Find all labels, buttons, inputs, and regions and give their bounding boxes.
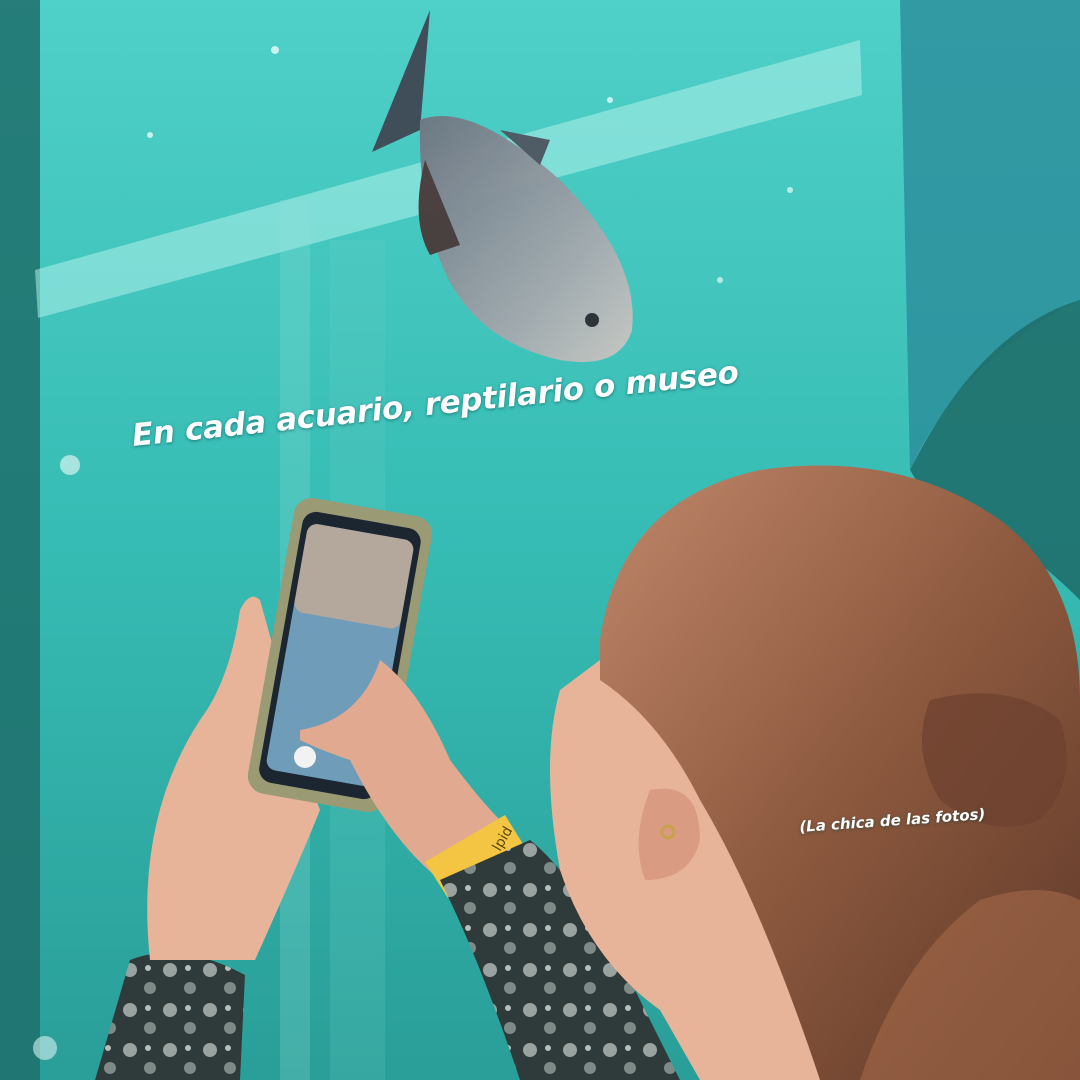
- photo-scene: lpid En cada acuario, reptilario o museo…: [0, 0, 1080, 1080]
- aquarium-photo: lpid: [0, 0, 1080, 1080]
